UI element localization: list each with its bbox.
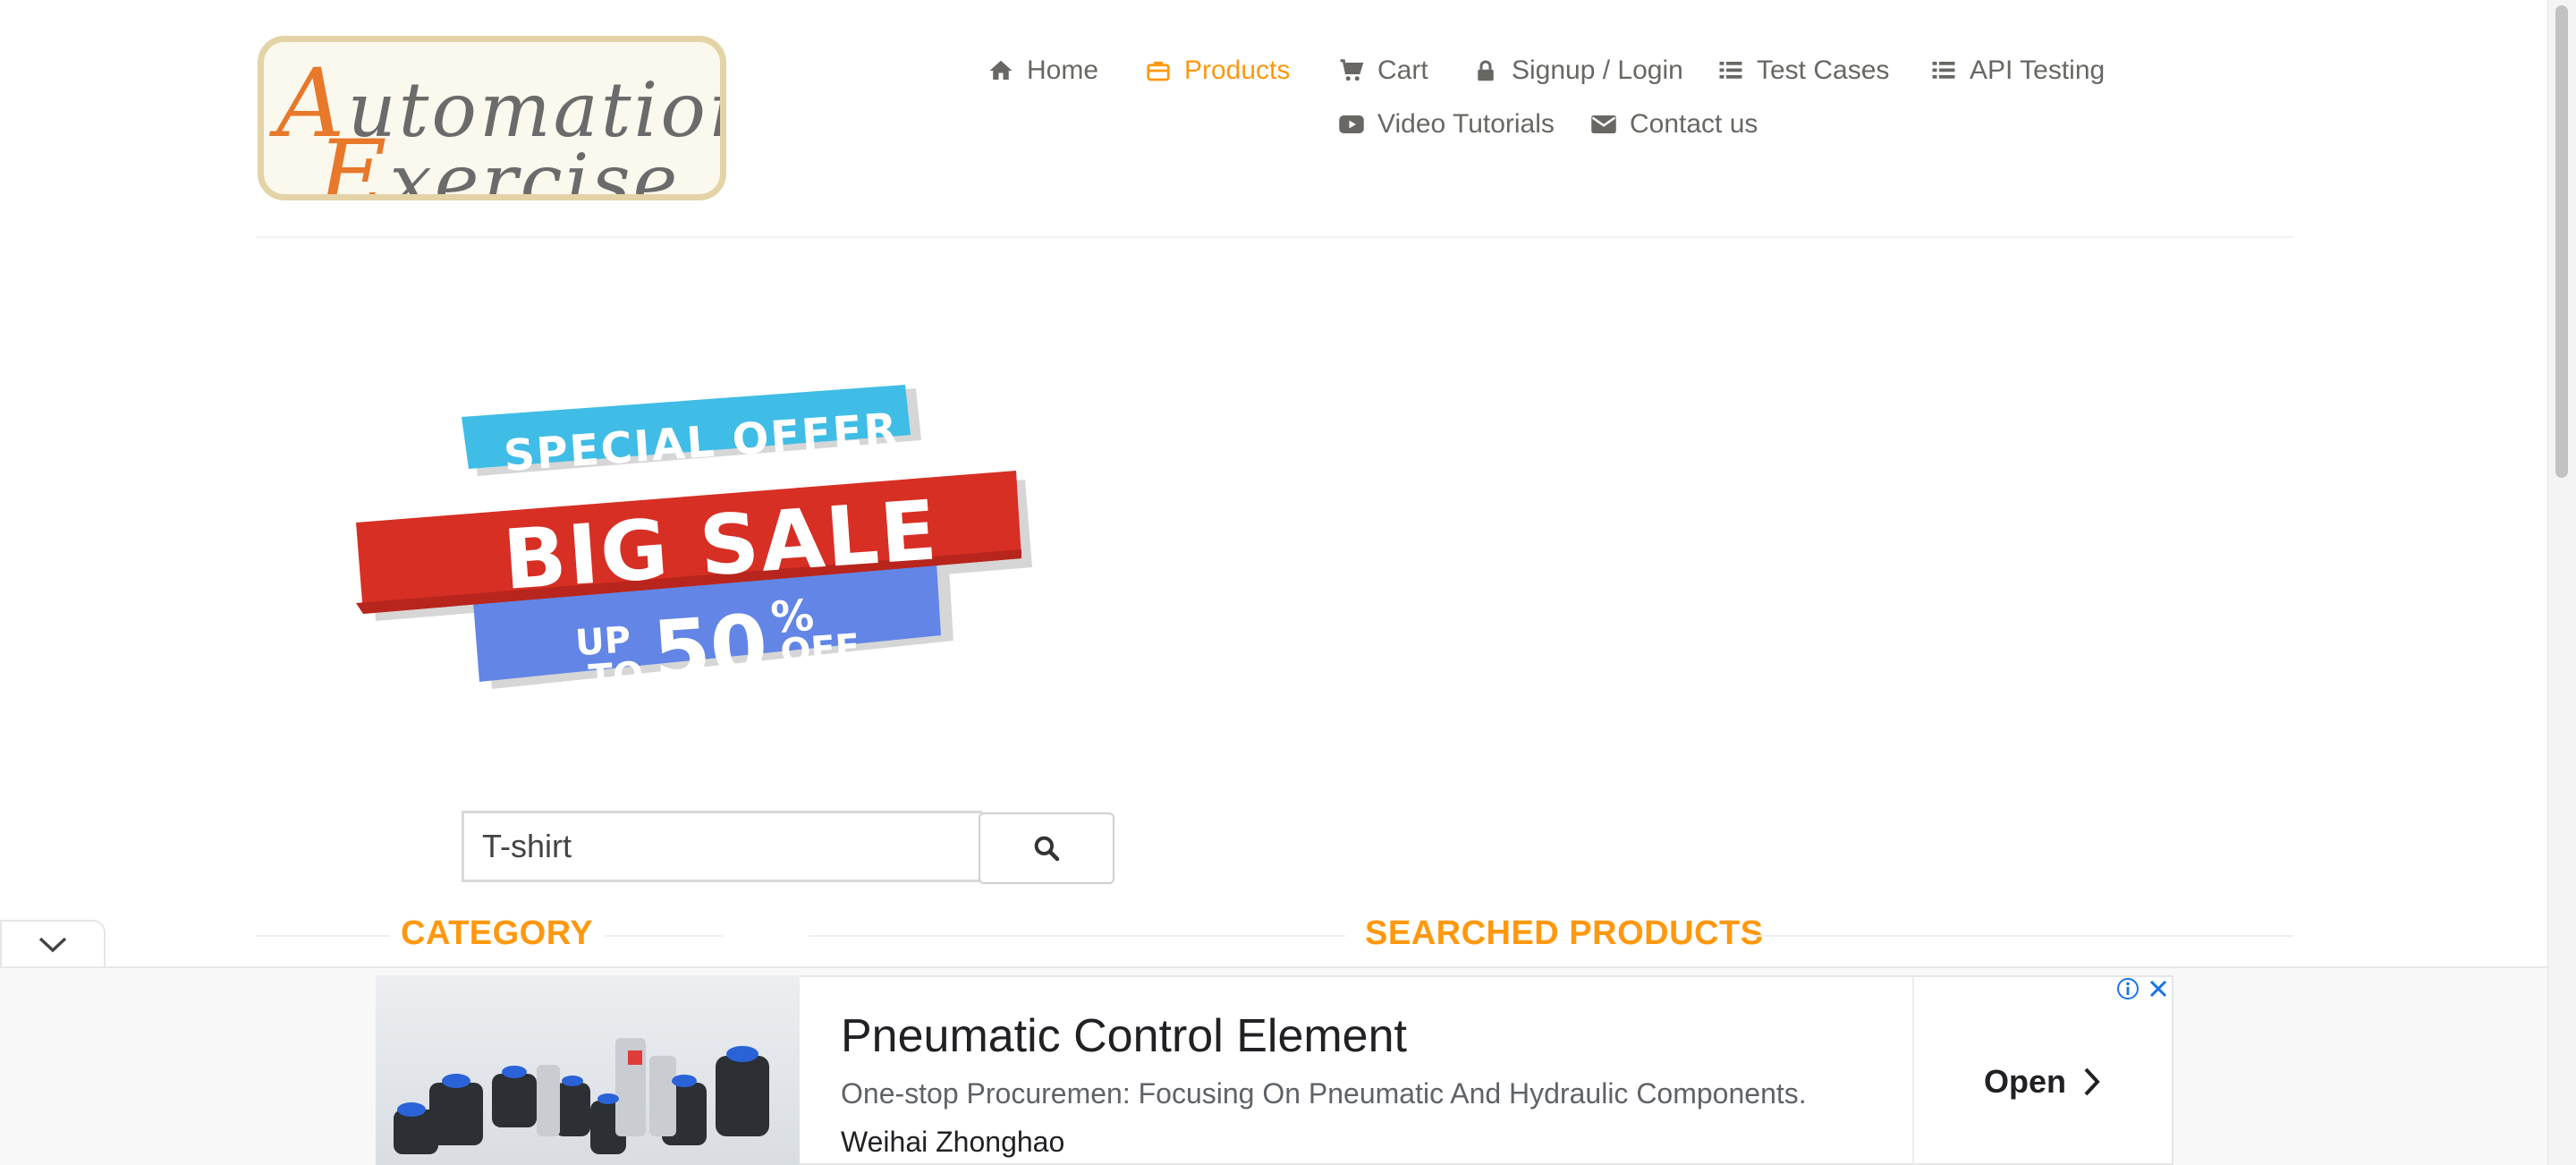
list-icon xyxy=(1719,62,1742,79)
ad-divider xyxy=(1912,975,1914,1165)
nav-cart-label: Cart xyxy=(1377,55,1428,85)
list-icon xyxy=(1932,62,1955,79)
nav-home[interactable]: Home xyxy=(987,55,1098,86)
nav-cart[interactable]: Cart xyxy=(1338,55,1428,86)
cart-icon xyxy=(1340,59,1364,81)
site-logo[interactable]: Automation Exercise xyxy=(258,36,726,200)
scrollbar-thumb[interactable] xyxy=(2555,5,2568,478)
nav-video-tutorials-label: Video Tutorials xyxy=(1377,109,1555,139)
category-rule-right xyxy=(605,935,723,937)
envelope-icon xyxy=(1591,115,1616,133)
nav-home-label: Home xyxy=(1027,55,1099,85)
search-button[interactable] xyxy=(979,812,1114,884)
nav-contact-us[interactable]: Contact us xyxy=(1590,109,1758,140)
ad-title[interactable]: Pneumatic Control Element xyxy=(841,1009,1407,1063)
banner-to: TO xyxy=(588,654,645,699)
searched-products-heading: SEARCHED PRODUCTS xyxy=(1365,914,1764,952)
searched-rule-left xyxy=(809,935,1345,937)
ad-open-button[interactable]: Open xyxy=(1984,1063,2102,1101)
nav-api-testing-label: API Testing xyxy=(1970,55,2106,85)
nav-test-cases[interactable]: Test Cases xyxy=(1717,55,1889,86)
banner-amount: 50 xyxy=(650,597,771,701)
youtube-icon xyxy=(1339,115,1364,133)
ad-collapse-tab[interactable] xyxy=(0,920,106,968)
search-icon xyxy=(1034,836,1060,862)
ad-info-icon[interactable] xyxy=(2116,977,2140,1000)
header-divider xyxy=(256,236,2293,238)
nav-products-label: Products xyxy=(1184,55,1291,85)
ad-close-icon[interactable] xyxy=(2147,977,2170,1000)
home-icon xyxy=(989,60,1013,80)
nav-api-testing[interactable]: API Testing xyxy=(1930,55,2105,86)
category-heading: CATEGORY xyxy=(401,914,594,952)
nav-contact-us-label: Contact us xyxy=(1630,109,1758,139)
nav-products[interactable]: Products xyxy=(1145,55,1290,86)
logo-line-2: Exercise xyxy=(318,120,681,200)
lock-icon xyxy=(1478,60,1494,81)
ad-description[interactable]: One-stop Procuremen: Focusing On Pneumat… xyxy=(841,1077,1807,1110)
nav-test-cases-label: Test Cases xyxy=(1757,55,1890,85)
search-input[interactable] xyxy=(462,811,982,882)
nav-signup-login-label: Signup / Login xyxy=(1512,55,1683,85)
chevron-right-icon xyxy=(2084,1067,2100,1096)
ad-open-label: Open xyxy=(1984,1063,2067,1100)
special-offer-banner: SPECIAL OFFER BIG SALE UP TO 50 % OFF xyxy=(356,385,1032,701)
banner-off: OFF xyxy=(779,626,861,673)
ad-brand[interactable]: Weihai Zhonghao xyxy=(841,1126,1064,1159)
ad-image[interactable] xyxy=(376,975,800,1165)
pneumatic-fittings-image xyxy=(394,1038,769,1154)
nav-video-tutorials[interactable]: Video Tutorials xyxy=(1338,109,1555,140)
briefcase-icon xyxy=(1147,61,1170,81)
chevron-down-icon xyxy=(38,937,67,953)
searched-rule-right xyxy=(1753,935,2293,937)
category-rule-left xyxy=(256,935,390,937)
nav-signup-login[interactable]: Signup / Login xyxy=(1472,55,1683,86)
